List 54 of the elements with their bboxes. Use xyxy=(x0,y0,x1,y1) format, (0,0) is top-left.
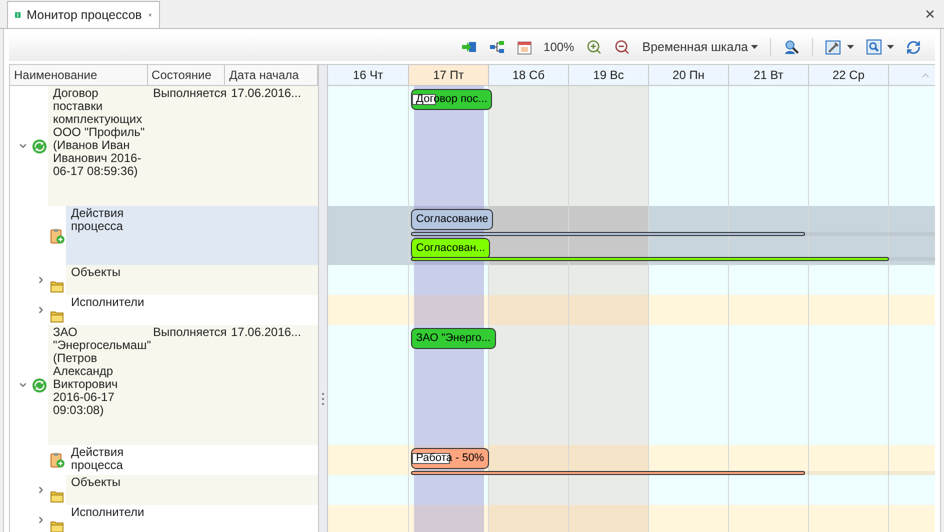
expand-chevron-icon[interactable] xyxy=(36,305,46,315)
tree-row[interactable]: Объекты xyxy=(66,265,318,295)
day-header: 22 Ср xyxy=(809,65,889,85)
collapse-chevron-icon[interactable] xyxy=(18,380,28,390)
day-header: 21 Вт xyxy=(729,65,809,85)
gantt-bar[interactable]: Согласование xyxy=(411,209,494,230)
folder-icon xyxy=(50,279,64,293)
process-name: Действия процесса xyxy=(71,206,124,233)
window-search-icon[interactable] xyxy=(866,39,882,55)
tree-row[interactable]: Договор поставки комплектующих ООО "Профиль" (Иванов Иван Иванович 2016-06-17 08:59:36) Выполняется 17.06.2016... xyxy=(48,86,318,206)
close-icon[interactable] xyxy=(924,8,936,20)
timescale-dropdown[interactable]: Временная шкала xyxy=(642,38,758,56)
caret-icon[interactable] xyxy=(847,45,854,49)
tree-row[interactable]: Объекты xyxy=(66,475,318,505)
folder-icon xyxy=(50,489,64,503)
process-name: Действия процесса xyxy=(71,445,124,472)
expand-chevron-icon[interactable] xyxy=(36,515,46,525)
column-header[interactable]: Наименование xyxy=(10,65,148,85)
collapse-chevron-icon[interactable] xyxy=(18,141,28,151)
wrench-window-icon[interactable] xyxy=(825,39,842,55)
process-name: Договор поставки комплектующих ООО "Профиль" (Иванов Иван Иванович 2016-06-17 08:59:36) xyxy=(53,86,145,178)
day-header: 18 Сб xyxy=(489,65,569,85)
folder-icon xyxy=(50,519,64,532)
tab[interactable]: Монитор процессов xyxy=(7,1,160,28)
caret-icon[interactable] xyxy=(887,45,894,49)
zoom-in-icon[interactable] xyxy=(586,39,602,55)
day-header: 17 Пт xyxy=(409,65,489,85)
arrow-into-box-icon[interactable] xyxy=(460,41,477,53)
gantt-bar[interactable]: Согласован... xyxy=(411,238,490,259)
caret-icon xyxy=(751,45,758,49)
process-name: Объекты xyxy=(71,265,120,279)
status-text: Выполняется xyxy=(153,86,227,100)
gantt-bar[interactable]: ЗАО "Энерго... xyxy=(411,328,496,349)
start-date: 17.06.2016... xyxy=(231,86,302,100)
zoom-out-icon[interactable] xyxy=(614,39,630,55)
calendar-icon[interactable] xyxy=(516,40,532,54)
folder-icon xyxy=(50,309,64,323)
day-header: 20 Пн xyxy=(649,65,729,85)
process-name: Объекты xyxy=(71,475,120,489)
expand-chevron-icon[interactable] xyxy=(36,485,46,495)
process-name: ЗАО "Энергосельмаш" (Петров Александр Викторович 2016-06-17 09:03:08) xyxy=(53,325,151,417)
column-header[interactable]: Состояние xyxy=(148,65,226,85)
hierarchy-icon[interactable] xyxy=(488,40,505,54)
expand-chevron-icon[interactable] xyxy=(36,275,46,285)
zoom-level: 100% xyxy=(544,39,574,56)
user-search-icon[interactable] xyxy=(783,39,800,55)
tree-row[interactable]: ЗАО "Энергосельмаш" (Петров Александр Викторович 2016-06-17 09:03:08) Выполняется 17.06.2016... xyxy=(48,325,318,445)
tree-row[interactable]: Действия процесса xyxy=(66,206,318,265)
refresh-icon[interactable] xyxy=(906,40,921,54)
status-text: Выполняется xyxy=(153,325,227,339)
process-name: Исполнители xyxy=(71,295,144,309)
start-date: 17.06.2016... xyxy=(231,325,302,339)
day-header: 19 Вс xyxy=(569,65,649,85)
process-name: Исполнители xyxy=(71,505,144,519)
